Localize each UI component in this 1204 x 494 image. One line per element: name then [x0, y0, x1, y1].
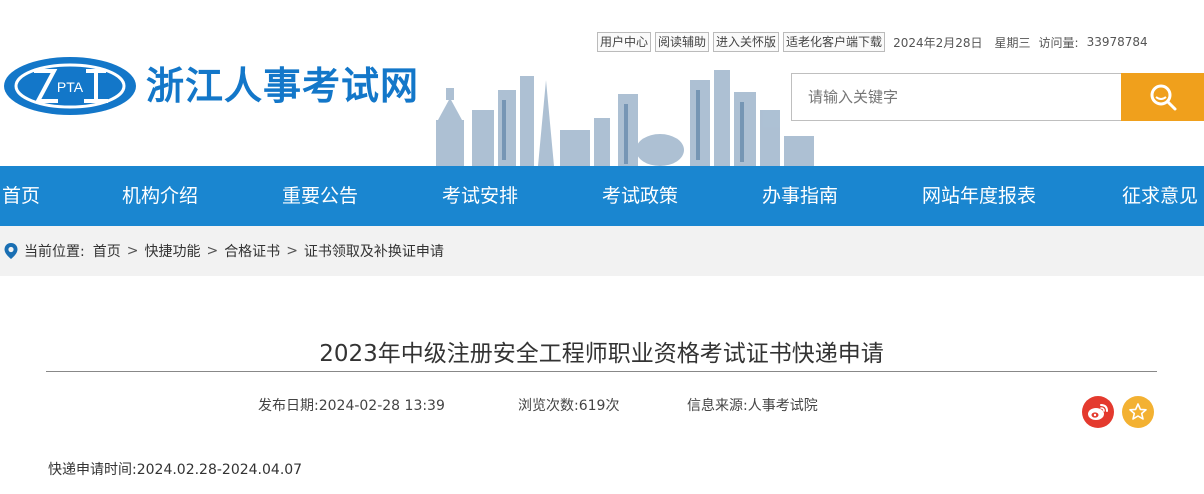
delivery-application-period: 快递申请时间:2024.02.28-2024.04.07: [48, 462, 303, 478]
breadcrumb-separator: >: [126, 243, 139, 259]
breadcrumb-separator: >: [286, 243, 298, 259]
view-count: 浏览次数:619次: [518, 395, 619, 415]
share-weibo-button[interactable]: [1082, 396, 1114, 428]
info-source-label: 信息来源:: [687, 398, 748, 414]
current-date: 2024年2月28日: [893, 35, 983, 50]
reading-aid-link[interactable]: 阅读辅助: [655, 32, 710, 52]
nav-item-service-guide[interactable]: 办事指南: [762, 166, 838, 226]
visits-counter: 33978784: [1086, 35, 1148, 49]
location-pin-icon: [4, 243, 18, 259]
favorite-button[interactable]: [1122, 396, 1154, 428]
main-nav: 首页 机构介绍 重要公告 考试安排 考试政策 办事指南 网站年度报表 征求意见: [0, 166, 1204, 226]
search-icon: [1150, 84, 1176, 111]
current-weekday: 星期三: [994, 35, 1031, 50]
nav-item-exam-schedule[interactable]: 考试安排: [442, 166, 518, 226]
nav-item-annual-report[interactable]: 网站年度报表: [922, 166, 1036, 226]
breadcrumb-label: 当前位置:: [24, 244, 85, 260]
search-input[interactable]: [791, 73, 1121, 121]
weibo-icon: [1088, 404, 1108, 420]
utility-bar: 用户中心 阅读辅助 进入关怀版 适老化客户端下载 2024年2月28日 星期三 …: [597, 31, 1148, 53]
nav-item-announcements[interactable]: 重要公告: [282, 166, 358, 226]
nav-item-home[interactable]: 首页: [2, 166, 40, 226]
view-count-label: 浏览次数:: [518, 398, 579, 414]
search-button[interactable]: [1121, 73, 1204, 121]
info-source-value: 人事考试院: [747, 398, 818, 414]
pta-logo-icon: PTA: [4, 57, 136, 115]
info-source: 信息来源:人事考试院: [687, 395, 818, 415]
elderly-client-download-link[interactable]: 适老化客户端下载: [783, 32, 886, 52]
site-logo[interactable]: PTA 浙江人事考试网: [2, 55, 419, 117]
user-center-link[interactable]: 用户中心: [597, 32, 652, 52]
breadcrumb: 当前位置: 首页 > 快捷功能 > 合格证书 > 证书领取及补换证申请: [0, 226, 1204, 276]
nav-item-about[interactable]: 机构介绍: [122, 166, 198, 226]
publish-date: 发布日期:2024-02-28 13:39: [258, 395, 445, 415]
visits-label: 访问量:: [1038, 35, 1079, 50]
site-title: 浙江人事考试网: [146, 64, 420, 108]
nav-item-exam-policy[interactable]: 考试政策: [602, 166, 678, 226]
view-count-value: 619次: [578, 398, 620, 414]
nav-item-feedback[interactable]: 征求意见: [1122, 166, 1198, 226]
publish-date-value: 2024-02-28 13:39: [318, 398, 445, 414]
breadcrumb-item-quick-functions[interactable]: 快捷功能: [144, 241, 200, 261]
breadcrumb-item-certificates[interactable]: 合格证书: [224, 241, 280, 261]
star-icon: [1129, 403, 1147, 420]
publish-date-label: 发布日期:: [258, 398, 319, 414]
breadcrumb-item-home[interactable]: 首页: [93, 241, 121, 261]
care-version-link[interactable]: 进入关怀版: [713, 32, 780, 52]
breadcrumb-item-current[interactable]: 证书领取及补换证申请: [304, 241, 444, 261]
title-divider: [46, 371, 1157, 372]
city-skyline-icon: [436, 70, 814, 166]
logo-mark-text: PTA: [57, 79, 84, 95]
breadcrumb-separator: >: [206, 243, 219, 259]
article-title: 2023年中级注册安全工程师职业资格考试证书快递申请: [319, 341, 884, 367]
